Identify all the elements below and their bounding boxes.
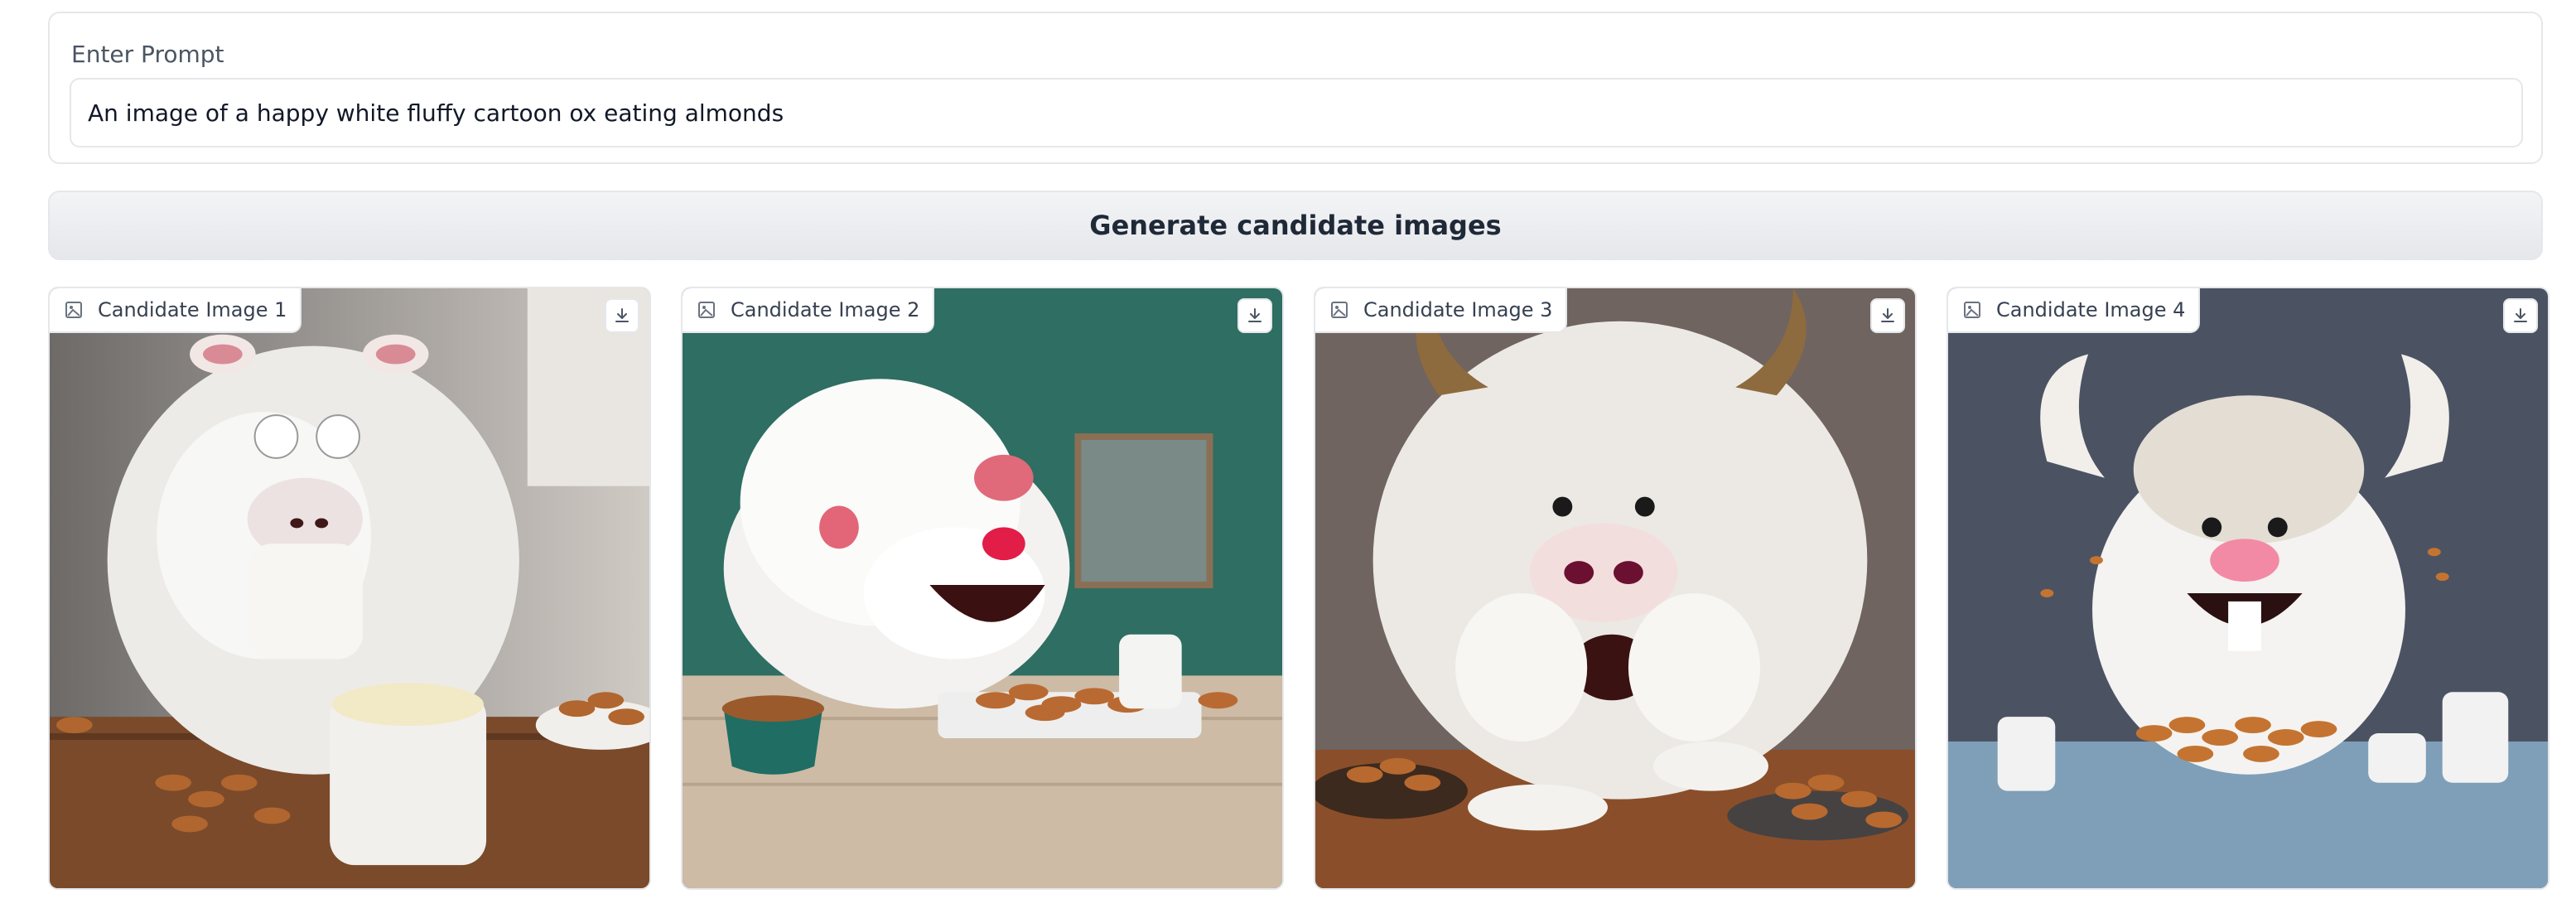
download-button[interactable]: [1237, 298, 1272, 333]
candidate-image-4[interactable]: Candidate Image 4: [1946, 287, 2549, 890]
candidate-image-2-title: Candidate Image 2: [731, 298, 920, 321]
candidate-image-1-label: Candidate Image 1: [50, 288, 302, 333]
download-icon: [1881, 308, 1894, 322]
candidate-image-3-picture: [1315, 288, 1915, 888]
image-icon: [65, 302, 82, 318]
candidate-image-4-picture: [1948, 288, 2548, 888]
candidate-image-2[interactable]: Candidate Image 2: [681, 287, 1284, 890]
candidate-image-4-label: Candidate Image 4: [1948, 288, 2201, 333]
candidate-image-1-title: Candidate Image 1: [98, 298, 287, 321]
image-icon: [1331, 302, 1348, 318]
download-button[interactable]: [605, 298, 639, 333]
candidate-image-3-title: Candidate Image 3: [1363, 298, 1553, 321]
image-icon: [1964, 302, 1980, 318]
download-icon: [1248, 308, 1261, 322]
download-icon: [615, 308, 629, 322]
candidate-image-2-label: Candidate Image 2: [683, 288, 935, 333]
download-button[interactable]: [1870, 298, 1905, 333]
download-icon: [2514, 308, 2527, 322]
generate-button[interactable]: Generate candidate images: [48, 191, 2543, 260]
prompt-block: Enter Prompt: [48, 12, 2543, 164]
candidate-image-1-picture: [50, 288, 649, 888]
candidate-image-3-label: Candidate Image 3: [1315, 288, 1568, 333]
candidate-image-2-picture: [683, 288, 1282, 888]
candidate-image-4-title: Candidate Image 4: [1996, 298, 2186, 321]
candidate-image-3[interactable]: Candidate Image 3: [1314, 287, 1917, 890]
prompt-label: Enter Prompt: [71, 41, 224, 68]
candidate-image-1[interactable]: Candidate Image 1: [48, 287, 651, 890]
prompt-input[interactable]: [70, 78, 2523, 147]
download-button[interactable]: [2503, 298, 2538, 333]
image-icon: [698, 302, 715, 318]
